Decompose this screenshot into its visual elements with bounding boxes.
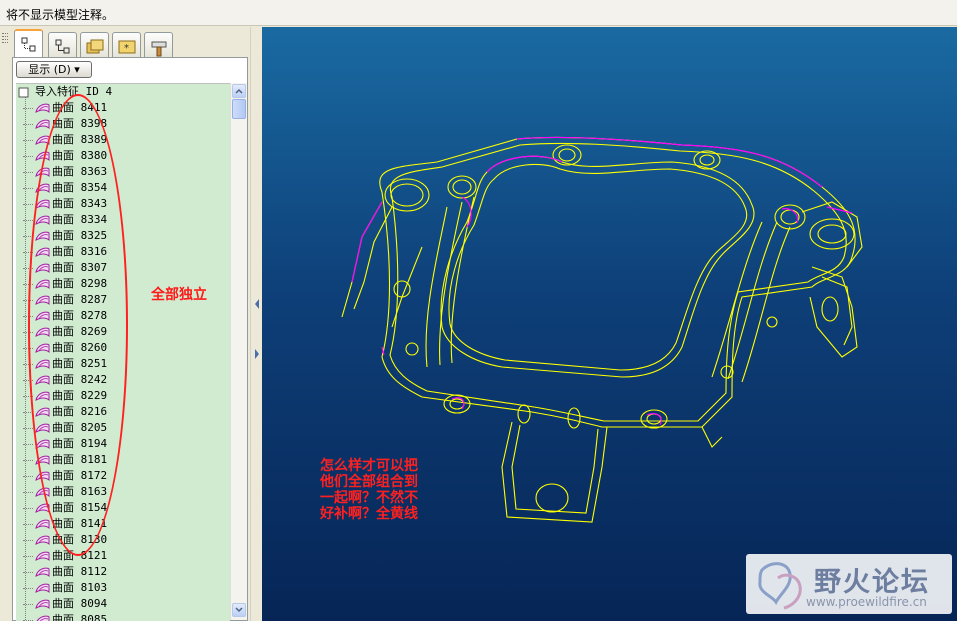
question-line-3: 一起啊？不然不 xyxy=(320,490,418,506)
folder-browser-icon xyxy=(86,39,104,54)
expand-right-icon[interactable] xyxy=(255,349,259,359)
tab-folder-browser[interactable] xyxy=(80,32,109,59)
graphics-window[interactable]: 怎么样才可以把 他们全部组合到 一起啊？不然不 好补啊？全黄线 xyxy=(262,27,957,621)
collapse-left-icon[interactable] xyxy=(255,299,259,309)
navigator-tabs: * xyxy=(12,29,248,60)
favorites-icon: * xyxy=(118,40,136,54)
scroll-up-button[interactable] xyxy=(232,84,246,98)
surface-icon xyxy=(35,519,50,529)
svg-text:*: * xyxy=(124,43,129,54)
panel-grip[interactable] xyxy=(0,27,10,621)
wireframe-model xyxy=(341,136,863,523)
tree-item-label: 曲面 8085 xyxy=(52,613,108,621)
watermark-name: 野火论坛 xyxy=(814,567,930,598)
chevron-up-icon xyxy=(235,88,243,94)
question-line-1: 怎么样才可以把 xyxy=(320,458,418,474)
connections-icon xyxy=(151,41,167,57)
forum-watermark: 野火论坛 www.proewildfire.cn xyxy=(746,554,952,614)
scroll-down-button[interactable] xyxy=(232,603,246,617)
layer-tree-icon xyxy=(55,39,70,54)
highlight-oval xyxy=(28,94,128,556)
surface-icon xyxy=(35,535,50,545)
question-annotation: 怎么样才可以把 他们全部组合到 一起啊？不然不 好补啊？全黄线 xyxy=(320,458,450,522)
tree-item-label: 曲面 8103 xyxy=(52,581,108,594)
chevron-down-icon xyxy=(235,607,243,613)
import-feature-icon xyxy=(18,87,29,98)
tree-scrollbar[interactable] xyxy=(230,83,247,620)
surface-icon xyxy=(35,583,50,593)
question-line-4: 好补啊？全黄线 xyxy=(320,506,418,522)
tree-item-label: 曲面 8112 xyxy=(52,565,108,578)
independent-annotation: 全部独立 xyxy=(151,287,207,303)
wildfire-logo-icon xyxy=(758,562,802,610)
tab-connections[interactable] xyxy=(144,32,173,59)
watermark-url: www.proewildfire.cn xyxy=(806,595,927,609)
status-bar: 将不显示模型注释。 xyxy=(0,0,957,26)
model-tree-icon xyxy=(21,37,36,52)
tab-model-tree[interactable] xyxy=(14,29,43,60)
surface-icon xyxy=(35,119,50,129)
question-line-2: 他们全部组合到 xyxy=(320,474,418,490)
show-dropdown-button[interactable]: 显示 (D) ▾ xyxy=(16,61,92,78)
surface-icon xyxy=(35,551,50,561)
tree-item-label: 曲面 8094 xyxy=(52,597,108,610)
surface-icon xyxy=(36,615,50,621)
status-message: 将不显示模型注释。 xyxy=(6,8,115,22)
surface-icon xyxy=(35,567,50,577)
tab-favorites[interactable]: * xyxy=(112,32,141,59)
surface-icon xyxy=(35,599,50,609)
scroll-thumb[interactable] xyxy=(232,99,246,119)
tab-layer-tree[interactable] xyxy=(48,32,77,59)
surface-icon xyxy=(35,103,50,113)
